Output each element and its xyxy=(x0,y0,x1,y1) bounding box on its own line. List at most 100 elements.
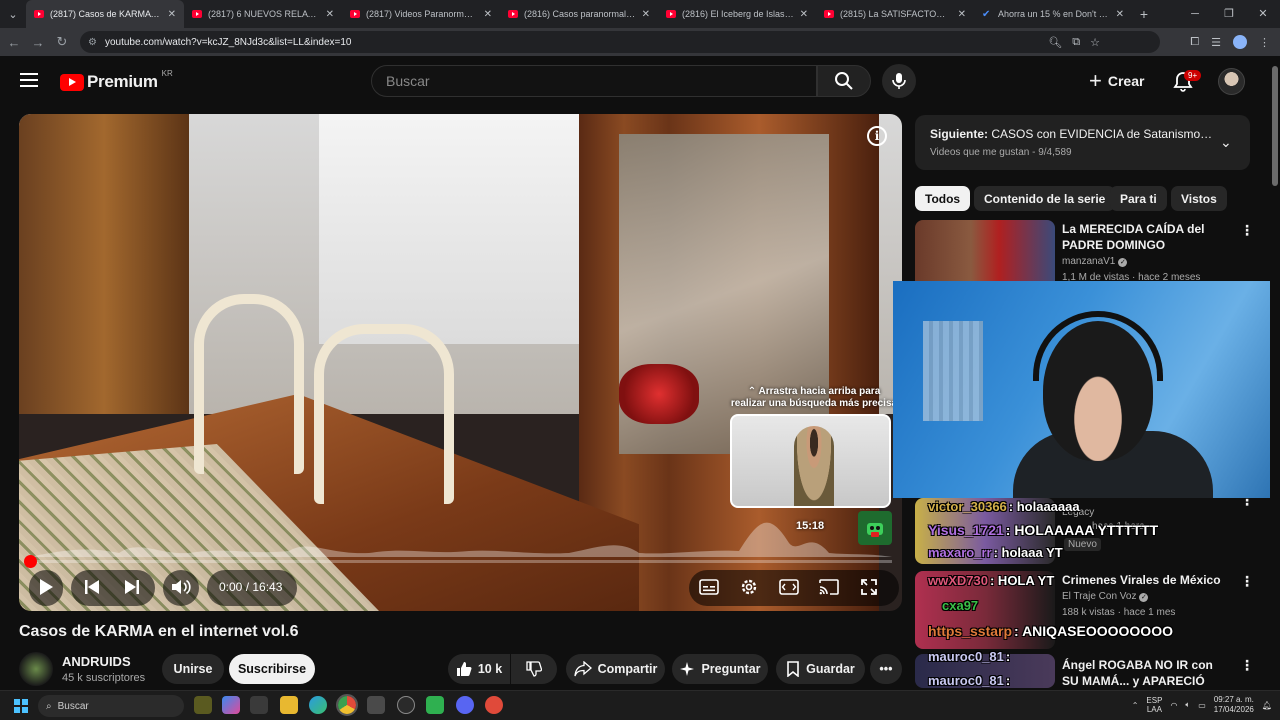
playlist-next-panel[interactable] xyxy=(915,115,1250,170)
browser-tab[interactable]: (2817) Casos de KARMA en el internet✕ xyxy=(26,0,184,28)
browser-tab[interactable]: (2817) 6 NUEVOS RELATOS DE TERROR✕ xyxy=(184,0,342,28)
copilot-icon[interactable] xyxy=(222,696,240,714)
volume-icon[interactable]: 🔈︎ xyxy=(1185,700,1190,710)
chat-text: : holaaaaaa xyxy=(1008,499,1080,514)
close-tab-icon[interactable]: ✕ xyxy=(1116,9,1124,20)
restore-icon[interactable]: ❐ xyxy=(1212,0,1246,28)
create-button[interactable]: + Crear xyxy=(1089,66,1144,96)
search-input[interactable]: Buscar xyxy=(371,65,817,97)
clock[interactable]: 09:27 a. m. 17/04/2026 xyxy=(1214,695,1254,715)
search-button[interactable] xyxy=(817,65,871,97)
play-button[interactable] xyxy=(34,575,58,599)
time-display: 0:00 / 16:43 xyxy=(219,580,283,594)
browser-tab[interactable]: (2816) Casos paranormales de la semana✕ xyxy=(500,0,658,28)
close-tab-icon[interactable]: ✕ xyxy=(326,9,334,20)
new-tab-button[interactable]: + xyxy=(1132,6,1156,22)
chip-all[interactable]: Todos xyxy=(915,186,971,211)
install-app-icon[interactable]: ⧉ xyxy=(1072,36,1080,49)
reading-list-icon[interactable]: ☰ xyxy=(1211,36,1221,49)
taskbar-search[interactable]: ⌕ Buscar xyxy=(38,695,184,717)
chevron-down-icon[interactable]: ⌄ xyxy=(1220,134,1232,151)
menu-icon[interactable] xyxy=(20,73,38,87)
most-replayed-heatmap xyxy=(29,522,892,557)
wifi-icon[interactable]: ◠ xyxy=(1170,701,1177,710)
next-button[interactable] xyxy=(120,575,144,599)
dislike-button[interactable] xyxy=(511,654,557,684)
app-icon[interactable] xyxy=(485,696,503,714)
app-icon[interactable] xyxy=(426,696,444,714)
profile-icon[interactable] xyxy=(1233,35,1247,49)
tab-search-icon[interactable]: ⌄ xyxy=(0,0,26,28)
edge-icon[interactable] xyxy=(309,696,327,714)
volume-button[interactable] xyxy=(169,575,193,599)
chrome-icon[interactable] xyxy=(336,694,358,716)
next-video-title[interactable]: Siguiente: CASOS con EVIDENCIA de Satani… xyxy=(930,127,1215,141)
progress-bar[interactable] xyxy=(29,560,892,563)
forward-icon[interactable]: → xyxy=(26,35,50,50)
close-tab-icon[interactable]: ✕ xyxy=(168,9,176,20)
previous-button[interactable] xyxy=(80,575,104,599)
progress-scrubber[interactable] xyxy=(24,555,37,568)
close-tab-icon[interactable]: ✕ xyxy=(800,9,808,20)
like-button[interactable]: 10 k xyxy=(448,654,510,684)
info-icon[interactable]: i xyxy=(867,126,887,146)
sparkle-icon xyxy=(680,662,695,676)
recommendation-title[interactable]: Crimenes Virales de México xyxy=(1062,572,1237,588)
windows-start-icon[interactable] xyxy=(14,699,28,713)
close-tab-icon[interactable]: ✕ xyxy=(484,9,492,20)
channel-avatar[interactable] xyxy=(19,652,53,686)
more-vertical-icon[interactable]: ⋮ xyxy=(1240,222,1254,239)
ask-button[interactable]: Preguntar xyxy=(672,654,768,684)
site-info-icon[interactable]: ⚙ xyxy=(88,37,97,48)
minimize-icon[interactable]: ─ xyxy=(1178,0,1212,28)
store-icon[interactable] xyxy=(250,696,268,714)
channel-name[interactable]: ANDRUIDS xyxy=(62,654,131,669)
bookmark-star-icon[interactable]: ☆ xyxy=(1090,36,1100,49)
share-button[interactable]: Compartir xyxy=(566,654,665,684)
notification-icon[interactable]: 🔔︎ xyxy=(1262,701,1272,710)
widgets-icon[interactable] xyxy=(194,696,212,714)
voice-search-button[interactable] xyxy=(882,64,916,98)
more-vertical-icon[interactable]: ⋮ xyxy=(1240,657,1254,674)
address-bar[interactable]: ⚙ youtube.com/watch?v=kcJZ_8NJd3c&list=L… xyxy=(80,31,1160,53)
chip-watched[interactable]: Vistos xyxy=(1171,186,1227,211)
chip-series[interactable]: Contenido de la serie xyxy=(974,186,1116,211)
reload-icon[interactable]: ↻ xyxy=(50,34,74,50)
save-button[interactable]: Guardar xyxy=(776,654,865,684)
extensions-icon[interactable]: ⧠ xyxy=(1190,36,1199,49)
chevron-up-icon[interactable]: ⌃ xyxy=(1132,701,1139,710)
discord-icon[interactable] xyxy=(456,696,474,714)
browser-tab[interactable]: (2816) El Iceberg de Islas que existen✕ xyxy=(658,0,816,28)
chip-for-you[interactable]: Para ti xyxy=(1110,186,1167,211)
chat-text: : xyxy=(1005,649,1011,664)
browser-tab[interactable]: (2817) Videos Paranormales Captados✕ xyxy=(342,0,500,28)
zoom-icon[interactable]: 🔍︎ xyxy=(1048,36,1062,49)
subscribe-button[interactable]: Suscribirse xyxy=(229,654,315,684)
join-button[interactable]: Unirse xyxy=(162,654,224,684)
youtube-logo[interactable]: Premium KR xyxy=(60,69,173,92)
browser-tab[interactable]: ✔ Ahorra un 15 % en Don't Play ✕ xyxy=(974,0,1132,28)
cast-button[interactable] xyxy=(817,575,841,599)
browser-menu-icon[interactable]: ⋮ xyxy=(1259,36,1270,49)
subtitles-button[interactable] xyxy=(697,575,721,599)
recommendation-channel: El Traje Con Voz ✓ xyxy=(1062,591,1149,602)
theater-mode-button[interactable] xyxy=(777,575,801,599)
recommendation-title[interactable]: La MERECIDA CAÍDA del PADRE DOMINGO xyxy=(1062,221,1237,253)
close-tab-icon[interactable]: ✕ xyxy=(642,9,650,20)
browser-tab[interactable]: (2815) La SATISFACTORIA CAÍDA✕ xyxy=(816,0,974,28)
more-actions-button[interactable]: ••• xyxy=(870,654,902,684)
github-icon[interactable] xyxy=(397,696,415,714)
more-vertical-icon[interactable]: ⋮ xyxy=(1240,573,1254,590)
settings-button[interactable] xyxy=(737,575,761,599)
back-icon[interactable]: ← xyxy=(2,35,26,50)
file-explorer-icon[interactable] xyxy=(280,696,298,714)
close-tab-icon[interactable]: ✕ xyxy=(958,9,966,20)
fullscreen-button[interactable] xyxy=(857,575,881,599)
video-player[interactable]: i ⌃ Arrastra hacia arriba para realizar … xyxy=(19,114,902,611)
page-scrollbar[interactable] xyxy=(1270,56,1280,690)
app-icon[interactable] xyxy=(367,696,385,714)
account-avatar[interactable] xyxy=(1218,68,1245,95)
close-window-icon[interactable]: ✕ xyxy=(1246,0,1280,28)
battery-icon[interactable]: ▭ xyxy=(1198,701,1206,710)
language-indicator[interactable]: ESP LAA xyxy=(1146,696,1162,714)
